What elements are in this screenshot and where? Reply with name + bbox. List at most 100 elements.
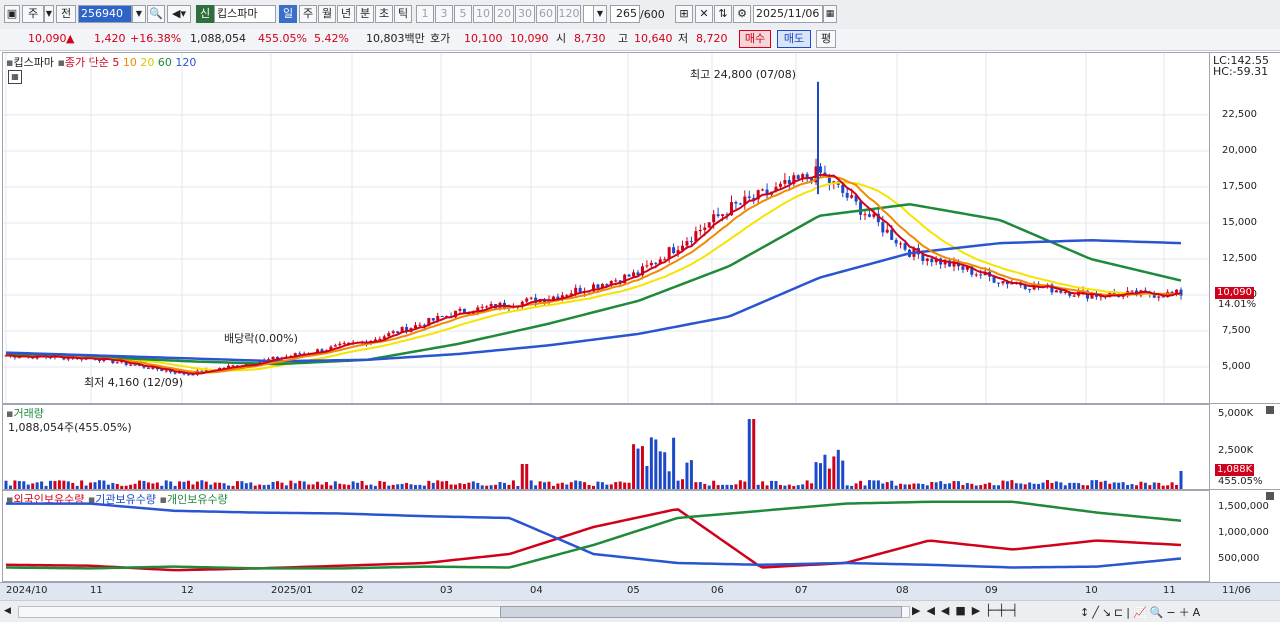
tools-icons[interactable]: ↕╱↘⊏|📈🔍−＋A — [1080, 604, 1203, 620]
volume-bar — [338, 483, 342, 489]
candle-body — [627, 274, 631, 277]
interval-3[interactable]: 3 — [435, 5, 453, 23]
volume-bar — [729, 484, 733, 489]
panel-close-icon[interactable] — [1266, 406, 1274, 414]
candle-body — [685, 241, 689, 246]
volume-bar — [707, 485, 711, 489]
volume-bar — [832, 456, 836, 489]
search-icon[interactable]: 🔍 — [147, 5, 165, 23]
calendar-icon[interactable]: ▦ — [823, 5, 837, 23]
interval-60[interactable]: 60 — [536, 5, 556, 23]
price-ytick: 15,000 — [1222, 216, 1257, 228]
volume-bar — [614, 482, 618, 489]
volume-bar — [396, 484, 400, 489]
interval-10[interactable]: 10 — [473, 5, 493, 23]
volume-bar — [658, 451, 662, 489]
interval-5[interactable]: 5 — [454, 5, 472, 23]
volume-bar — [543, 482, 547, 489]
volume-bar — [454, 484, 458, 489]
volume-bar — [387, 485, 391, 489]
candle-body — [596, 284, 600, 289]
volume-bar — [574, 480, 578, 489]
interval-dropdown-icon[interactable]: ▼ — [593, 5, 607, 23]
indicator-icon[interactable]: ⇅ — [714, 5, 732, 23]
avg-button[interactable]: 평 — [816, 30, 836, 48]
playback-controls[interactable]: ▶◀◀■▶ — [912, 604, 986, 617]
price-ytick: 12,500 — [1222, 252, 1257, 264]
volume-bar — [1121, 482, 1125, 489]
volume-bar — [925, 485, 929, 489]
volume-bar — [801, 484, 805, 489]
candle-body — [1157, 296, 1161, 298]
period-month[interactable]: 월 — [318, 5, 336, 23]
price-chart[interactable] — [3, 53, 1209, 403]
volume-bar — [316, 481, 320, 489]
grid-icon[interactable]: ⊞ — [675, 5, 693, 23]
interval-30[interactable]: 30 — [515, 5, 535, 23]
volume-bar — [1108, 483, 1112, 489]
current-pct-tag: 14.01% — [1218, 299, 1257, 310]
interval-1[interactable]: 1 — [416, 5, 434, 23]
volume-bar — [872, 480, 876, 489]
stock-code-input[interactable]: 256940 — [78, 5, 132, 23]
holding-close-icon[interactable] — [1266, 492, 1274, 500]
count-input[interactable]: 265 — [610, 5, 640, 23]
period-minute[interactable]: 분 — [356, 5, 374, 23]
settings-icon[interactable]: ⚙ — [733, 5, 751, 23]
volume-bar — [867, 480, 871, 489]
volume-bar — [979, 485, 983, 489]
scrollbar-thumb[interactable] — [500, 606, 902, 618]
chevron-down-icon[interactable]: ▼ — [44, 5, 54, 23]
candle-body — [716, 214, 720, 217]
interval-20[interactable]: 20 — [494, 5, 514, 23]
candle-body — [778, 183, 782, 187]
volume-bar — [186, 480, 190, 489]
volume-bar — [756, 484, 760, 489]
candle-body — [186, 374, 190, 376]
holding-chart[interactable] — [3, 491, 1209, 581]
volume-bar — [939, 481, 943, 489]
candle-body — [859, 201, 863, 215]
volume-bar — [752, 419, 756, 489]
scroll-left-icon[interactable]: ◀ — [4, 605, 16, 617]
x-label: 11 — [90, 585, 103, 596]
volume-bar — [151, 483, 155, 489]
zoom-slider-icon[interactable]: ├─┼─┤ — [985, 604, 1018, 617]
candle-body — [747, 196, 751, 198]
layout-icon[interactable]: ▣ — [4, 5, 20, 23]
market-select[interactable]: 주 — [22, 5, 44, 23]
candle-body — [133, 364, 137, 366]
volume-bar — [934, 482, 938, 489]
volume-bar — [195, 481, 199, 489]
period-day[interactable]: 일 — [279, 5, 297, 23]
code-dropdown-icon[interactable]: ▼ — [132, 5, 146, 23]
stock-name[interactable]: 킵스파마 — [214, 5, 276, 23]
volume-bar — [1059, 482, 1063, 489]
volume-bar — [569, 482, 573, 489]
volume-tag-pct: 455.05% — [1218, 476, 1263, 487]
speaker-icon[interactable]: ◀▾ — [167, 5, 191, 23]
crosshair-icon[interactable]: ✕ — [695, 5, 713, 23]
volume-bar — [983, 483, 987, 489]
buy-button[interactable]: 매수 — [739, 30, 771, 48]
date-input[interactable]: 2025/11/06 — [753, 5, 823, 23]
candle-body — [890, 229, 894, 240]
volume-chart[interactable] — [3, 405, 1209, 489]
price-axis — [1210, 52, 1280, 404]
volume-bar — [471, 481, 475, 489]
volume-bar — [49, 480, 53, 489]
volume-bar — [1019, 483, 1023, 489]
volume-bar — [578, 481, 582, 489]
period-second[interactable]: 초 — [375, 5, 393, 23]
prev-button[interactable]: 전 — [56, 5, 76, 23]
period-year[interactable]: 년 — [337, 5, 355, 23]
interval-120[interactable]: 120 — [557, 5, 581, 23]
sell-button[interactable]: 매도 — [777, 30, 811, 48]
volume-bar — [115, 483, 119, 489]
x-label: 09 — [985, 585, 998, 596]
period-week[interactable]: 주 — [299, 5, 317, 23]
volume-bar — [280, 482, 284, 489]
candle-body — [881, 222, 885, 233]
period-tick[interactable]: 틱 — [394, 5, 412, 23]
volume-bar — [106, 484, 110, 489]
